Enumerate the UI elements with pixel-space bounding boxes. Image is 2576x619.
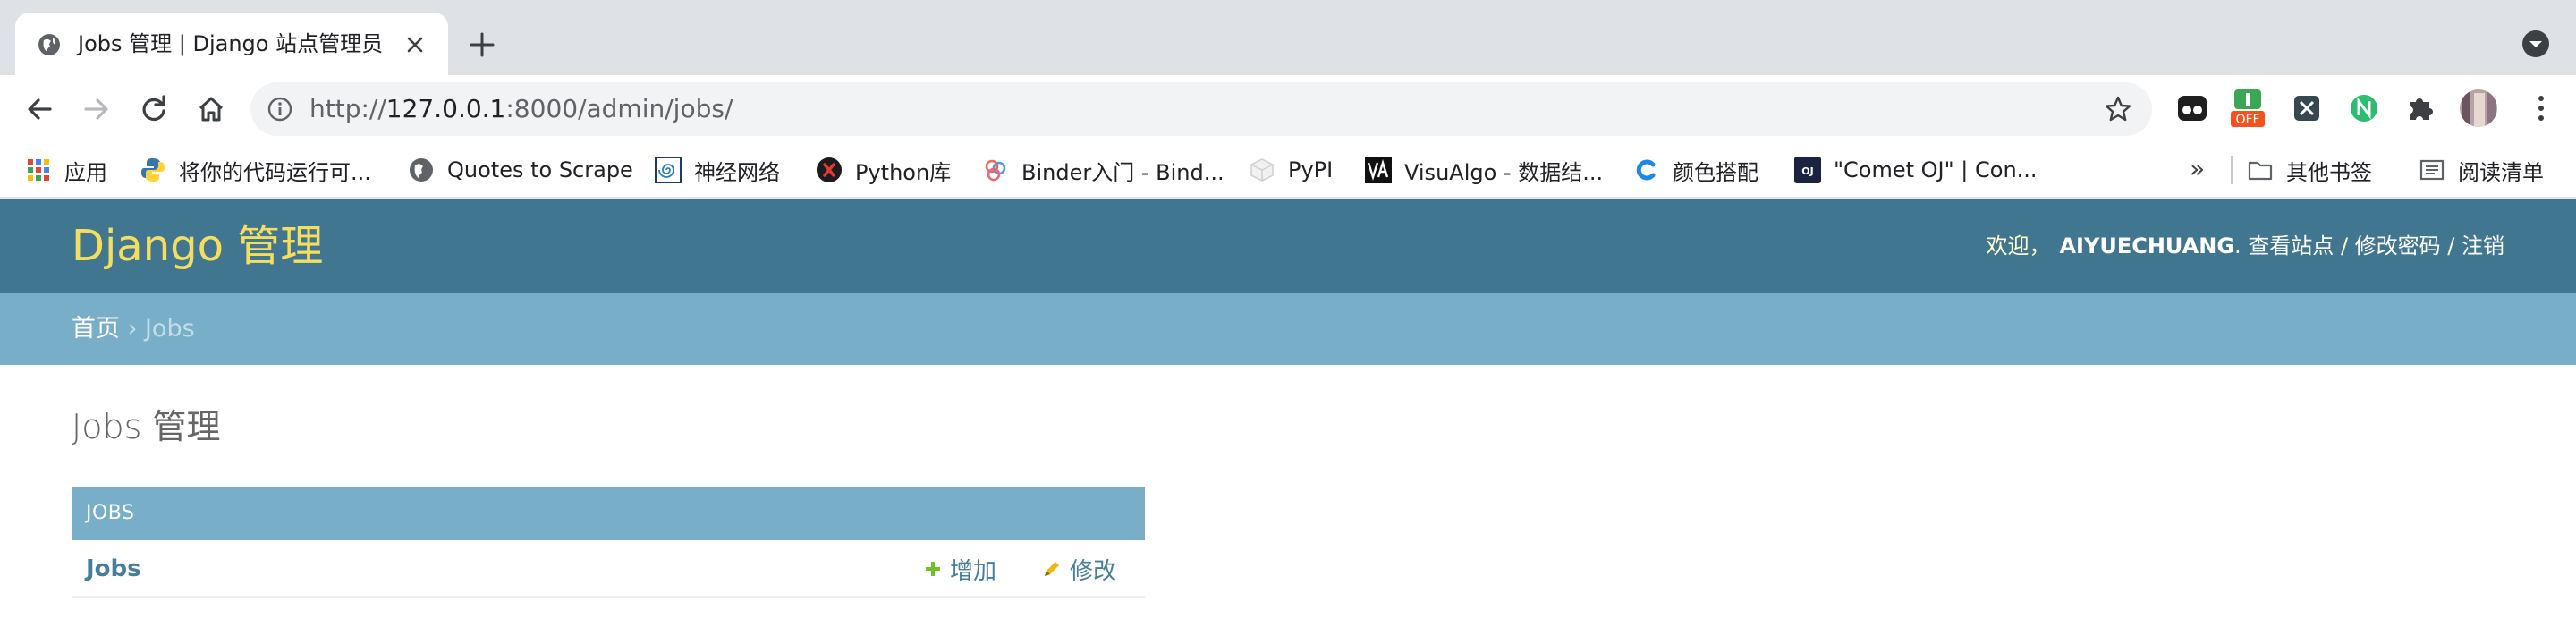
browser-tab-strip: Jobs 管理 | Django 站点管理员 [0,0,2576,75]
bookmark-label: 应用 [64,159,107,185]
add-label: 增加 [950,557,997,585]
change-label: 修改 [1070,557,1117,585]
apps-grid-icon [28,159,49,181]
bookmark-label: "Comet OJ" | Con... [1834,157,2038,182]
change-password-link[interactable]: 修改密码 [2354,233,2441,259]
url-host: 127.0.0.1 [386,94,506,123]
puzzle-extensions-icon[interactable] [2401,88,2442,129]
address-bar[interactable]: http://127.0.0.1:8000/admin/jobs/ [250,82,2152,136]
browser-toolbar: http://127.0.0.1:8000/admin/jobs/ OFF [0,75,2576,143]
logout-link[interactable]: 注销 [2462,233,2504,259]
oj-logo-icon: OJ [1794,157,1821,183]
site-info-icon[interactable] [267,96,293,123]
tab-search-icon[interactable] [2521,29,2551,59]
bookmark-label: 神经网络 [694,159,780,185]
reload-icon[interactable] [136,91,172,127]
red-x-icon [817,157,842,182]
new-tab-plus-icon[interactable] [468,30,496,59]
bookmarks-overflow-chevron[interactable]: » [2190,154,2205,183]
bookmark-neural-net[interactable]: 神经网络 [655,143,780,197]
username-suffix: . [2234,233,2249,259]
globe-favicon-icon [38,34,60,55]
bookmark-quotes[interactable]: Quotes to Scrape [408,143,633,197]
bookmark-label: VisuAlgo - 数据结... [1404,159,1604,185]
python-logo-icon [141,158,165,182]
welcome-text: 欢迎， [1986,233,2051,259]
url-text: http://127.0.0.1:8000/admin/jobs/ [309,94,733,123]
bookmark-label: Binder入门 - Bind... [1021,159,1224,185]
bookmark-color-match[interactable]: 颜色搭配 [1633,143,1758,197]
goggles-extension-icon[interactable] [2172,88,2213,129]
folder-icon [2248,161,2273,181]
off-toggle-extension-icon[interactable]: OFF [2227,88,2268,129]
bookmark-label: PyPI [1288,157,1334,182]
other-bookmarks-label: 其他书签 [2286,159,2372,185]
bookmark-visualgo[interactable]: VisuAlgo - 数据结... [1365,143,1603,197]
user-tools: 欢迎， AIYUECHUANG. 查看站点 / 修改密码 / 注销 [1986,199,2504,293]
home-icon[interactable] [193,91,229,127]
app-module-jobs: JOBS Jobs 增加 修改 [72,487,1145,598]
bookmark-apps[interactable]: 应用 [25,143,107,197]
breadcrumb-current: Jobs [144,315,195,343]
module-caption[interactable]: JOBS [72,487,1145,540]
back-arrow-icon[interactable] [21,91,57,127]
svg-text:OJ: OJ [1801,165,1813,177]
model-row: Jobs 增加 修改 [72,540,1145,598]
site-branding[interactable]: Django 管理 [72,199,323,293]
tab-close-icon[interactable] [402,31,428,58]
username: AIYUECHUANG [2059,233,2235,259]
browser-tab-active[interactable]: Jobs 管理 | Django 站点管理员 [15,13,448,75]
separator: / [2440,233,2462,259]
model-link-jobs[interactable]: Jobs [86,540,141,598]
breadcrumb-trail: 首页 › Jobs [72,293,195,365]
binder-rings-icon [985,159,1006,182]
extension-badge: OFF [2235,113,2259,127]
forward-arrow-icon[interactable] [79,91,114,127]
bookmarks-divider [2231,156,2233,184]
reading-list[interactable]: 阅读清单 [2419,143,2544,197]
bookmark-python-run[interactable]: 将你的代码运行可... [140,143,371,197]
x-extension-icon[interactable] [2286,88,2327,129]
pencil-icon [1045,562,1059,576]
n-extension-icon[interactable] [2343,88,2385,129]
visualgo-icon [1365,157,1392,183]
admin-header: Django 管理 欢迎， AIYUECHUANG. 查看站点 / 修改密码 / … [0,199,2576,293]
globe-icon [410,158,433,182]
reading-list-label: 阅读清单 [2458,159,2544,185]
breadcrumb-separator: › [120,315,145,343]
browser-menu-icon[interactable] [2521,88,2562,129]
bookmark-binder[interactable]: Binder入门 - Bind... [982,143,1224,197]
c-logo-icon [1636,159,1656,181]
bookmark-label: Quotes to Scrape [447,157,633,182]
bookmark-label: 将你的代码运行可... [179,159,371,185]
bookmark-comet-oj[interactable]: OJ "Comet OJ" | Con... [1794,143,2038,197]
breadcrumb: 首页 › Jobs [0,293,2576,365]
other-bookmarks-folder[interactable]: 其他书签 [2247,143,2372,197]
page-title: Jobs 管理 [72,407,221,446]
bookmark-star-icon[interactable] [2104,95,2132,123]
change-link[interactable]: 修改 [1041,540,1116,598]
separator: / [2334,233,2355,259]
plus-icon [926,562,940,576]
add-link[interactable]: 增加 [923,540,996,598]
reading-list-icon [2419,159,2445,181]
breadcrumb-home[interactable]: 首页 [72,315,120,343]
spiral-icon [655,157,682,183]
bookmark-python-lib[interactable]: Python库 [816,143,951,197]
bookmark-pypi[interactable]: PyPI [1249,143,1333,197]
bookmark-label: Python库 [855,159,952,185]
bookmark-label: 颜色搭配 [1673,159,1758,185]
profile-avatar[interactable] [2458,88,2499,129]
bookmarks-bar: 应用 将你的代码运行可... Quotes to Scrape 神经网络 Pyt… [0,143,2576,199]
view-site-link[interactable]: 查看站点 [2248,233,2334,259]
tab-title: Jobs 管理 | Django 站点管理员 [78,31,384,56]
pypi-cube-icon [1250,158,1274,182]
